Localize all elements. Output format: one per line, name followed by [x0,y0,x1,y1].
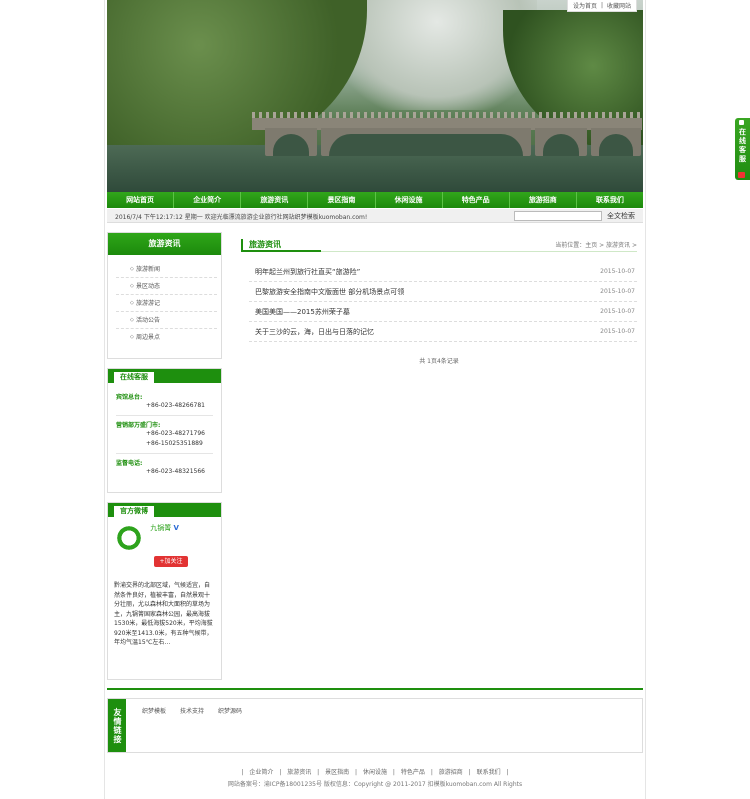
floating-service-tab[interactable]: 在线客服 [735,118,750,180]
nav-products[interactable]: 特色产品 [443,192,510,208]
list-item: 美国美国——2015苏州荣子墓 2015-10-07 [249,302,637,322]
contact-label: 宾馆总台: [116,394,143,401]
contact-phone: +86-15025351889 [146,440,203,447]
footer-link[interactable]: 旅游招商 [439,769,463,776]
nav-about[interactable]: 企业简介 [174,192,242,208]
main-nav: 网站首页 企业简介 旅游资讯 景区指南 休闲设施 特色产品 旅游招商 联系我们 [107,192,643,208]
news-title-link[interactable]: 明年起兰州到旅行社直买“旅游险” [255,262,360,282]
floating-service-label: 在线客服 [739,128,746,163]
search-button[interactable]: 全文检索 [607,211,635,221]
category-box: 旅游资讯 旅游新闻 景区动态 旅游游记 活动公告 周边景点 [107,232,222,359]
nav-facilities[interactable]: 休闲设施 [376,192,443,208]
content-header: 旅游资讯 当前位置：主页 > 旅游资讯 > [241,238,637,252]
verified-icon: V [173,524,179,532]
top-links: 设为首页 | 收藏网站 [566,0,637,12]
friend-links-label: 友情链接 [108,699,126,752]
footer-link[interactable]: 休闲设施 [363,769,387,776]
friend-links-box: 友情链接 织梦模板 技术支持 织梦源码 [107,698,643,753]
contact-phone: +86-023-48266781 [146,402,205,409]
category-item[interactable]: 旅游游记 [116,295,217,312]
footer-link[interactable]: 景区指南 [325,769,349,776]
category-item[interactable]: 周边景点 [116,329,217,346]
category-item[interactable]: 景区动态 [116,278,217,295]
weibo-title: 官方微博 [114,506,154,517]
set-homepage-link[interactable]: 设为首页 [573,1,597,10]
list-item: 巴黎旅游安全指南中文版面世 部分机场景点可领 2015-10-07 [249,282,637,302]
footer-link[interactable]: 旅游资讯 [287,769,311,776]
search-input[interactable] [514,211,602,221]
follow-button[interactable]: +加关注 [154,556,188,567]
contact-label: 营销部万盛门市: [116,422,161,429]
close-icon[interactable] [738,172,745,178]
news-title-link[interactable]: 巴黎旅游安全指南中文版面世 部分机场景点可领 [255,282,404,302]
footer-link[interactable]: 联系我们 [477,769,501,776]
nav-guide[interactable]: 景区指南 [308,192,376,208]
weibo-description: 黔渝交界的北部区域，气候适宜，自然条件良好，植被丰富，自然景观十分壮丽，尤以森林… [114,582,213,646]
datetime-marquee: 2016/7/4 下午12:17:12 星期一 欢迎光临漂流旅游企业旅行社网站织… [115,214,368,221]
contact-group: 宾馆总台: +86-023-48266781 [116,388,213,416]
list-item: 明年起兰州到旅行社直买“旅游险” 2015-10-07 [249,262,637,282]
contact-phone: +86-023-48321566 [146,468,205,475]
category-item[interactable]: 活动公告 [116,312,217,329]
list-item: 关于三沙的云，海，日出与日落的记忆 2015-10-07 [249,322,637,342]
news-title-link[interactable]: 美国美国——2015苏州荣子墓 [255,302,350,322]
category-list: 旅游新闻 景区动态 旅游游记 活动公告 周边景点 [108,255,221,350]
header-banner: 设为首页 | 收藏网站 [107,0,643,192]
nav-news[interactable]: 旅游资讯 [241,192,309,208]
service-box: 在线客服 宾馆总台: +86-023-48266781 营销部万盛门市: +86… [107,368,222,493]
news-title-link[interactable]: 关于三沙的云，海，日出与日落的记忆 [255,322,374,342]
friend-link[interactable]: 织梦源码 [218,706,242,715]
category-item[interactable]: 旅游新闻 [116,261,217,278]
weibo-header: 官方微博 [108,503,221,517]
news-date: 2015-10-07 [600,288,635,295]
news-list: 明年起兰州到旅行社直买“旅游险” 2015-10-07 巴黎旅游安全指南中文版面… [249,262,637,342]
nav-contact[interactable]: 联系我们 [577,192,643,208]
breadcrumb: 当前位置：主页 > 旅游资讯 > [555,242,637,249]
weibo-logo-icon [114,523,144,553]
notice-bar: 2016/7/4 下午12:17:12 星期一 欢迎光临漂流旅游企业旅行社网站织… [107,209,643,223]
page-title: 旅游资讯 [241,239,281,250]
contact-group: 监督电话: +86-023-48321566 [116,454,213,481]
nav-investment[interactable]: 旅游招商 [510,192,577,208]
friend-link[interactable]: 织梦模板 [142,706,166,715]
contact-group: 营销部万盛门市: +86-023-48271796 +86-1502535188… [116,416,213,454]
friend-link[interactable]: 技术支持 [180,706,204,715]
news-date: 2015-10-07 [600,328,635,335]
contact-phone: +86-023-48271796 [146,430,205,437]
expand-icon [739,120,744,125]
pagination-info: 共 1页4条记录 [419,358,459,365]
separator: | [600,2,603,9]
bookmark-link[interactable]: 收藏网站 [607,1,631,10]
footer-nav: | 企业简介 | 旅游资讯 | 景区指南 | 休闲设施 | 特色产品 | 旅游招… [241,769,509,776]
nav-home[interactable]: 网站首页 [107,192,175,208]
weibo-account[interactable]: 九锅箐 V [150,523,179,533]
news-date: 2015-10-07 [600,308,635,315]
weibo-box: 官方微博 九锅箐 V +加关注 黔渝交界的北部区域，气候适宜，自然条件良好，植被… [107,502,222,680]
service-title: 在线客服 [114,372,154,383]
contact-label: 监督电话: [116,460,143,467]
service-header: 在线客服 [108,369,221,383]
news-date: 2015-10-07 [600,268,635,275]
copyright-text: 网站备案号：渝ICP备18001235号 版权信息：Copyright @ 20… [227,781,523,788]
footer-link[interactable]: 特色产品 [401,769,425,776]
footer-link[interactable]: 企业简介 [249,769,273,776]
category-title: 旅游资讯 [108,233,221,255]
